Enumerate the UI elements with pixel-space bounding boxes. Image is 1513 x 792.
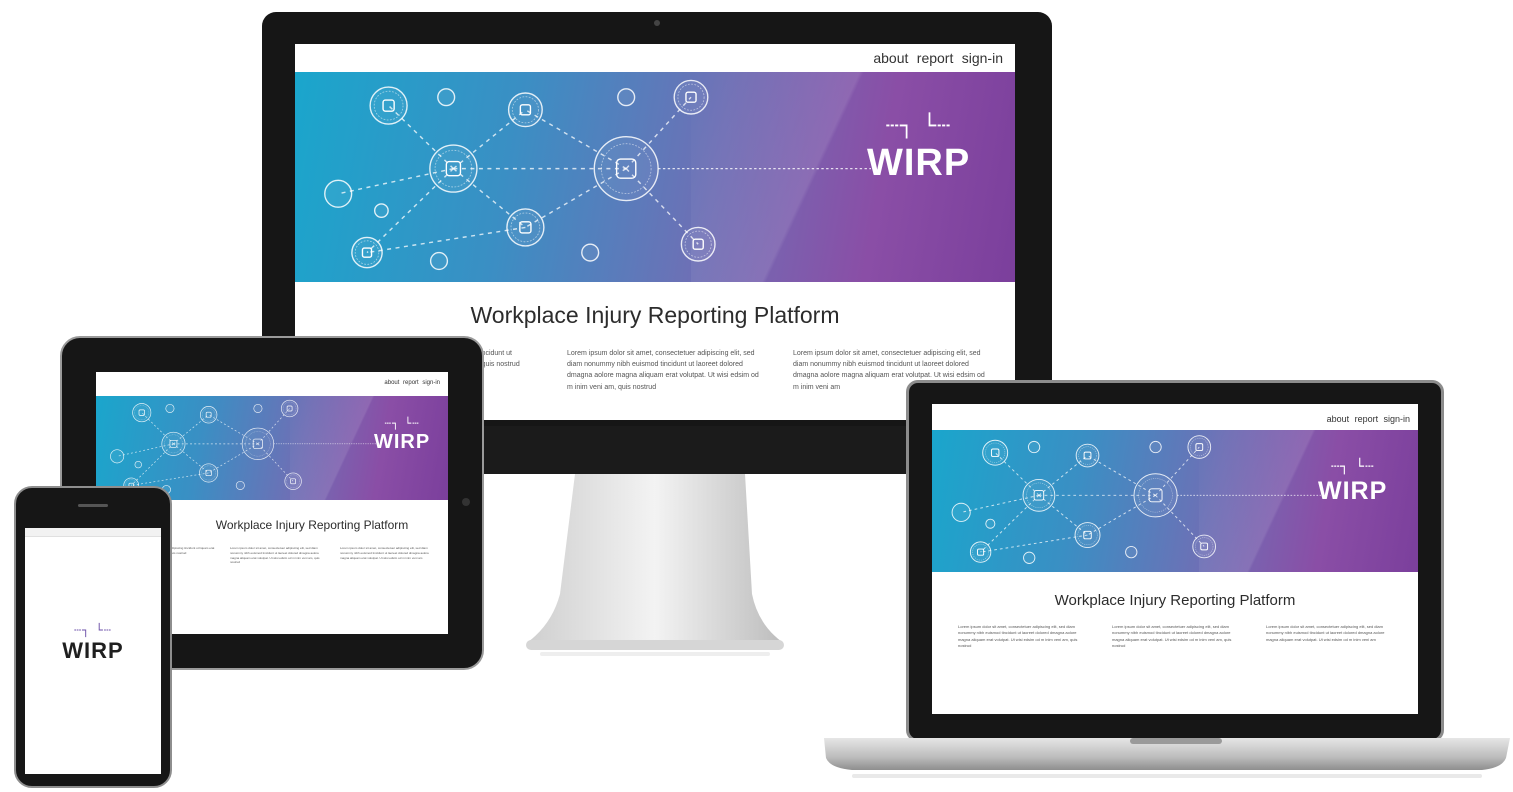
- network-link: [980, 534, 1088, 553]
- body-text-col-3: Lorem ipsum dolor sit amet, consectetuer…: [1266, 624, 1385, 642]
- wirp-logo: ┄┐ └┄ WIRP: [25, 624, 161, 664]
- ambulance-icon: [1074, 522, 1101, 549]
- team-icon: [1149, 440, 1162, 454]
- page-title: Workplace Injury Reporting Platform: [470, 302, 840, 328]
- worker-icon: [241, 427, 275, 460]
- building-icon: [132, 403, 152, 423]
- logo-text: WIRP: [374, 431, 431, 453]
- building-icon: [982, 439, 1009, 466]
- body-text-col-1: Lorem ipsum dolor sit amet, consectetuer…: [958, 624, 1078, 649]
- hero-banner: ┄┐ └┄ WIRP: [295, 72, 1015, 282]
- help-chat-icon: [110, 449, 125, 464]
- wirp-logo: ┄┐ └┄ WIRP: [374, 418, 430, 454]
- network-link: [366, 226, 526, 254]
- team-icon: [253, 403, 263, 413]
- body-text-col-1: odipiscing tincidunt ut liquam erat quis…: [170, 546, 215, 555]
- ambulance-icon: [506, 208, 545, 247]
- hero-banner: ┄┐ └┄ WIRP: [96, 396, 448, 500]
- nav-about[interactable]: about: [1327, 414, 1350, 424]
- nav-report[interactable]: report: [917, 50, 954, 66]
- falling-person-icon: [351, 236, 383, 269]
- laptop: about report sign-in ┄┐ └┄ WIRP Workplac…: [822, 380, 1512, 790]
- network-icon: [165, 403, 175, 413]
- network-icon: [437, 88, 456, 107]
- top-nav: about report sign-in: [1327, 414, 1410, 424]
- help-chat-icon: [324, 179, 353, 208]
- hero-banner: ┄┐ └┄ WIRP: [932, 430, 1418, 572]
- clock-person-icon: [507, 92, 543, 128]
- logo-mark: ┄┐ └┄: [885, 114, 952, 139]
- document-icon: [1187, 435, 1212, 459]
- camera-dot: [654, 20, 660, 26]
- body-text-col-2: Lorem ipsum dolor sit amet, consectetuer…: [567, 350, 759, 391]
- handshake-icon: [1125, 545, 1138, 559]
- logo-mark: ┄┐ └┄: [384, 417, 420, 430]
- handshake-icon: [235, 480, 245, 490]
- shield-icon: [429, 144, 478, 193]
- monitor-stand: [526, 474, 784, 656]
- building-icon: [369, 86, 408, 125]
- network-link: [131, 472, 209, 486]
- document-icon: [280, 399, 299, 418]
- help-chat-icon: [951, 502, 971, 522]
- clock-person-icon: [199, 406, 218, 424]
- nav-sign-in[interactable]: sign-in: [422, 380, 440, 386]
- phone-icon: [284, 472, 302, 490]
- nav-report[interactable]: report: [403, 380, 419, 386]
- phone-screen: ┄┐ └┄ WIRP: [25, 528, 161, 774]
- logo-mark: ┄┐ └┄: [73, 623, 113, 637]
- phone: ┄┐ └┄ WIRP: [14, 486, 172, 788]
- ambulance-icon: [199, 463, 219, 483]
- page-title: Workplace Injury Reporting Platform: [1054, 592, 1296, 609]
- logo-mark: ┄┐ └┄: [1330, 459, 1375, 475]
- logo-text: WIRP: [1318, 477, 1388, 505]
- status-bar: [25, 528, 161, 537]
- body-text-col-3: Lorem ipsum dolor sit amet, consectetuer…: [340, 546, 429, 560]
- falling-person-icon: [969, 541, 992, 563]
- wirp-logo: ┄┐ └┄ WIRP: [1318, 460, 1387, 506]
- logo-text: WIRP: [62, 638, 124, 663]
- worker-icon: [1133, 473, 1178, 518]
- nav-report[interactable]: report: [1355, 414, 1379, 424]
- network-icon: [1027, 440, 1041, 454]
- nav-sign-in[interactable]: sign-in: [1383, 414, 1410, 424]
- shield-icon: [161, 431, 186, 456]
- laptop-base: [824, 738, 1510, 778]
- search-icon: [985, 518, 996, 529]
- top-nav: about report sign-in: [873, 50, 1003, 66]
- handshake-icon: [581, 243, 600, 262]
- laptop-screen: about report sign-in ┄┐ └┄ WIRP Workplac…: [932, 404, 1418, 714]
- nav-about[interactable]: about: [384, 380, 399, 386]
- document-icon: [673, 79, 709, 115]
- nav-sign-in[interactable]: sign-in: [962, 50, 1003, 66]
- body-text-col-2: Lorem ipsum dolor sit amet, consectetuer…: [230, 546, 320, 565]
- wirp-logo: ┄┐ └┄ WIRP: [867, 116, 970, 185]
- gear-icon: [429, 251, 449, 271]
- shield-icon: [1022, 478, 1056, 512]
- page-title: Workplace Injury Reporting Platform: [215, 518, 409, 532]
- top-nav: about report sign-in: [384, 380, 440, 386]
- clock-person-icon: [1075, 443, 1100, 468]
- gear-icon: [1023, 551, 1036, 564]
- phone-icon: [1192, 534, 1216, 559]
- body-text-col-2: Lorem ipsum dolor sit amet, consectetuer…: [1112, 624, 1232, 649]
- nav-about[interactable]: about: [873, 50, 908, 66]
- worker-icon: [593, 135, 659, 202]
- search-icon: [373, 203, 389, 219]
- phone-icon: [680, 226, 716, 262]
- team-icon: [617, 88, 636, 107]
- phone-speaker: [78, 504, 108, 507]
- logo-text: WIRP: [867, 142, 971, 184]
- search-icon: [134, 460, 142, 469]
- tablet-home-button[interactable]: [462, 498, 470, 506]
